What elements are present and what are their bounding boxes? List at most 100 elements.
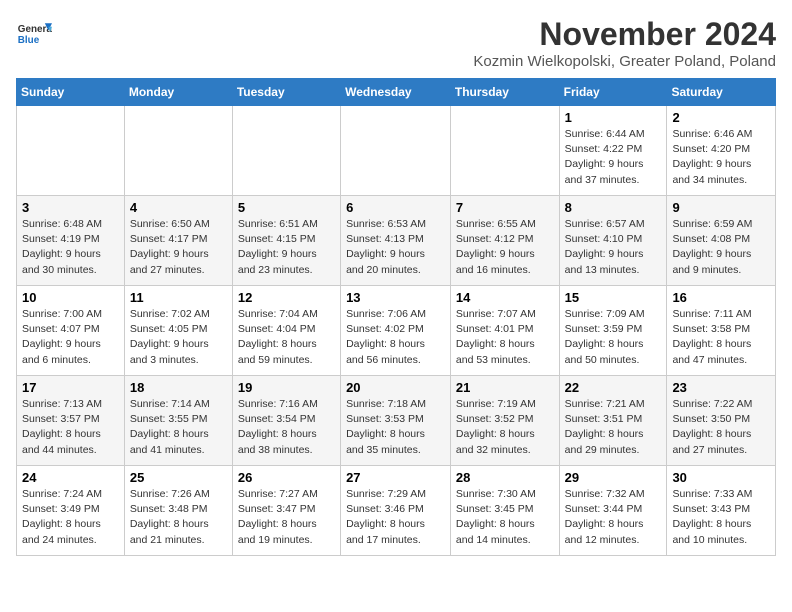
day-info: Sunrise: 6:51 AM Sunset: 4:15 PM Dayligh… (238, 217, 335, 278)
day-number: 24 (22, 470, 119, 485)
calendar-title: November 2024 (473, 16, 776, 53)
calendar-cell: 12 Sunrise: 7:04 AM Sunset: 4:04 PM Dayli… (232, 286, 340, 376)
day-number: 14 (456, 290, 554, 305)
day-info: Sunrise: 6:57 AM Sunset: 4:10 PM Dayligh… (565, 217, 662, 278)
day-info: Sunrise: 7:18 AM Sunset: 3:53 PM Dayligh… (346, 397, 445, 458)
day-number: 11 (130, 290, 227, 305)
header-thursday: Thursday (450, 79, 559, 106)
day-info: Sunrise: 7:32 AM Sunset: 3:44 PM Dayligh… (565, 487, 662, 548)
header-tuesday: Tuesday (232, 79, 340, 106)
day-number: 13 (346, 290, 445, 305)
day-info: Sunrise: 7:33 AM Sunset: 3:43 PM Dayligh… (672, 487, 770, 548)
day-number: 26 (238, 470, 335, 485)
calendar-cell (341, 106, 451, 196)
day-number: 29 (565, 470, 662, 485)
day-number: 9 (672, 200, 770, 215)
day-info: Sunrise: 7:22 AM Sunset: 3:50 PM Dayligh… (672, 397, 770, 458)
day-number: 15 (565, 290, 662, 305)
week-row-4: 24 Sunrise: 7:24 AM Sunset: 3:49 PM Dayli… (17, 466, 776, 556)
day-number: 19 (238, 380, 335, 395)
calendar-cell: 6 Sunrise: 6:53 AM Sunset: 4:13 PM Daylig… (341, 196, 451, 286)
day-info: Sunrise: 7:26 AM Sunset: 3:48 PM Dayligh… (130, 487, 227, 548)
day-number: 20 (346, 380, 445, 395)
calendar-cell: 22 Sunrise: 7:21 AM Sunset: 3:51 PM Dayli… (559, 376, 667, 466)
day-number: 22 (565, 380, 662, 395)
day-info: Sunrise: 6:48 AM Sunset: 4:19 PM Dayligh… (22, 217, 119, 278)
day-number: 10 (22, 290, 119, 305)
day-info: Sunrise: 6:46 AM Sunset: 4:20 PM Dayligh… (672, 127, 770, 188)
calendar-subtitle: Kozmin Wielkopolski, Greater Poland, Pol… (473, 53, 776, 70)
day-number: 1 (565, 110, 662, 125)
calendar-cell: 7 Sunrise: 6:55 AM Sunset: 4:12 PM Daylig… (450, 196, 559, 286)
day-info: Sunrise: 6:55 AM Sunset: 4:12 PM Dayligh… (456, 217, 554, 278)
calendar-cell: 2 Sunrise: 6:46 AM Sunset: 4:20 PM Daylig… (667, 106, 776, 196)
calendar-cell: 23 Sunrise: 7:22 AM Sunset: 3:50 PM Dayli… (667, 376, 776, 466)
day-number: 25 (130, 470, 227, 485)
day-info: Sunrise: 7:06 AM Sunset: 4:02 PM Dayligh… (346, 307, 445, 368)
calendar-cell: 30 Sunrise: 7:33 AM Sunset: 3:43 PM Dayli… (667, 466, 776, 556)
day-info: Sunrise: 7:13 AM Sunset: 3:57 PM Dayligh… (22, 397, 119, 458)
calendar-cell: 14 Sunrise: 7:07 AM Sunset: 4:01 PM Dayli… (450, 286, 559, 376)
calendar-table: SundayMondayTuesdayWednesdayThursdayFrid… (16, 78, 776, 556)
day-number: 3 (22, 200, 119, 215)
calendar-cell: 25 Sunrise: 7:26 AM Sunset: 3:48 PM Dayli… (124, 466, 232, 556)
header-wednesday: Wednesday (341, 79, 451, 106)
calendar-cell: 18Sunrise: 7:14 AM Sunset: 3:55 PM Dayli… (124, 376, 232, 466)
calendar-cell: 16Sunrise: 7:11 AM Sunset: 3:58 PM Dayli… (667, 286, 776, 376)
calendar-cell: 24 Sunrise: 7:24 AM Sunset: 3:49 PM Dayli… (17, 466, 125, 556)
day-info: Sunrise: 7:29 AM Sunset: 3:46 PM Dayligh… (346, 487, 445, 548)
day-info: Sunrise: 7:21 AM Sunset: 3:51 PM Dayligh… (565, 397, 662, 458)
calendar-cell: 11Sunrise: 7:02 AM Sunset: 4:05 PM Dayli… (124, 286, 232, 376)
calendar-cell: 4 Sunrise: 6:50 AM Sunset: 4:17 PM Daylig… (124, 196, 232, 286)
day-number: 6 (346, 200, 445, 215)
calendar-cell: 10 Sunrise: 7:00 AM Sunset: 4:07 PM Dayli… (17, 286, 125, 376)
calendar-cell (17, 106, 125, 196)
day-info: Sunrise: 7:11 AM Sunset: 3:58 PM Dayligh… (672, 307, 770, 368)
calendar-cell: 13 Sunrise: 7:06 AM Sunset: 4:02 PM Dayli… (341, 286, 451, 376)
day-number: 27 (346, 470, 445, 485)
title-section: November 2024 Kozmin Wielkopolski, Great… (473, 16, 776, 70)
day-number: 2 (672, 110, 770, 125)
day-info: Sunrise: 6:50 AM Sunset: 4:17 PM Dayligh… (130, 217, 227, 278)
day-number: 12 (238, 290, 335, 305)
calendar-cell: 9 Sunrise: 6:59 AM Sunset: 4:08 PM Daylig… (667, 196, 776, 286)
day-info: Sunrise: 7:00 AM Sunset: 4:07 PM Dayligh… (22, 307, 119, 368)
calendar-cell: 8 Sunrise: 6:57 AM Sunset: 4:10 PM Daylig… (559, 196, 667, 286)
week-row-3: 17 Sunrise: 7:13 AM Sunset: 3:57 PM Dayli… (17, 376, 776, 466)
logo-icon: General Blue (16, 16, 52, 52)
calendar-cell (450, 106, 559, 196)
calendar-cell: 28Sunrise: 7:30 AM Sunset: 3:45 PM Dayli… (450, 466, 559, 556)
day-number: 8 (565, 200, 662, 215)
svg-text:Blue: Blue (18, 35, 40, 46)
day-number: 7 (456, 200, 554, 215)
day-info: Sunrise: 6:53 AM Sunset: 4:13 PM Dayligh… (346, 217, 445, 278)
day-number: 4 (130, 200, 227, 215)
day-number: 18 (130, 380, 227, 395)
day-info: Sunrise: 6:59 AM Sunset: 4:08 PM Dayligh… (672, 217, 770, 278)
calendar-cell: 20 Sunrise: 7:18 AM Sunset: 3:53 PM Dayli… (341, 376, 451, 466)
calendar-cell (124, 106, 232, 196)
header-saturday: Saturday (667, 79, 776, 106)
day-info: Sunrise: 7:16 AM Sunset: 3:54 PM Dayligh… (238, 397, 335, 458)
day-number: 23 (672, 380, 770, 395)
day-number: 28 (456, 470, 554, 485)
day-number: 21 (456, 380, 554, 395)
day-info: Sunrise: 6:44 AM Sunset: 4:22 PM Dayligh… (565, 127, 662, 188)
header: General Blue November 2024 Kozmin Wielko… (16, 16, 776, 70)
day-info: Sunrise: 7:19 AM Sunset: 3:52 PM Dayligh… (456, 397, 554, 458)
calendar-cell: 1 Sunrise: 6:44 AM Sunset: 4:22 PM Daylig… (559, 106, 667, 196)
day-number: 5 (238, 200, 335, 215)
day-info: Sunrise: 7:04 AM Sunset: 4:04 PM Dayligh… (238, 307, 335, 368)
day-number: 17 (22, 380, 119, 395)
header-monday: Monday (124, 79, 232, 106)
logo: General Blue (16, 16, 52, 52)
day-number: 30 (672, 470, 770, 485)
calendar-cell: 27 Sunrise: 7:29 AM Sunset: 3:46 PM Dayli… (341, 466, 451, 556)
day-info: Sunrise: 7:07 AM Sunset: 4:01 PM Dayligh… (456, 307, 554, 368)
calendar-cell: 19 Sunrise: 7:16 AM Sunset: 3:54 PM Dayli… (232, 376, 340, 466)
calendar-cell (232, 106, 340, 196)
header-sunday: Sunday (17, 79, 125, 106)
calendar-cell: 3 Sunrise: 6:48 AM Sunset: 4:19 PM Daylig… (17, 196, 125, 286)
day-info: Sunrise: 7:24 AM Sunset: 3:49 PM Dayligh… (22, 487, 119, 548)
day-info: Sunrise: 7:09 AM Sunset: 3:59 PM Dayligh… (565, 307, 662, 368)
